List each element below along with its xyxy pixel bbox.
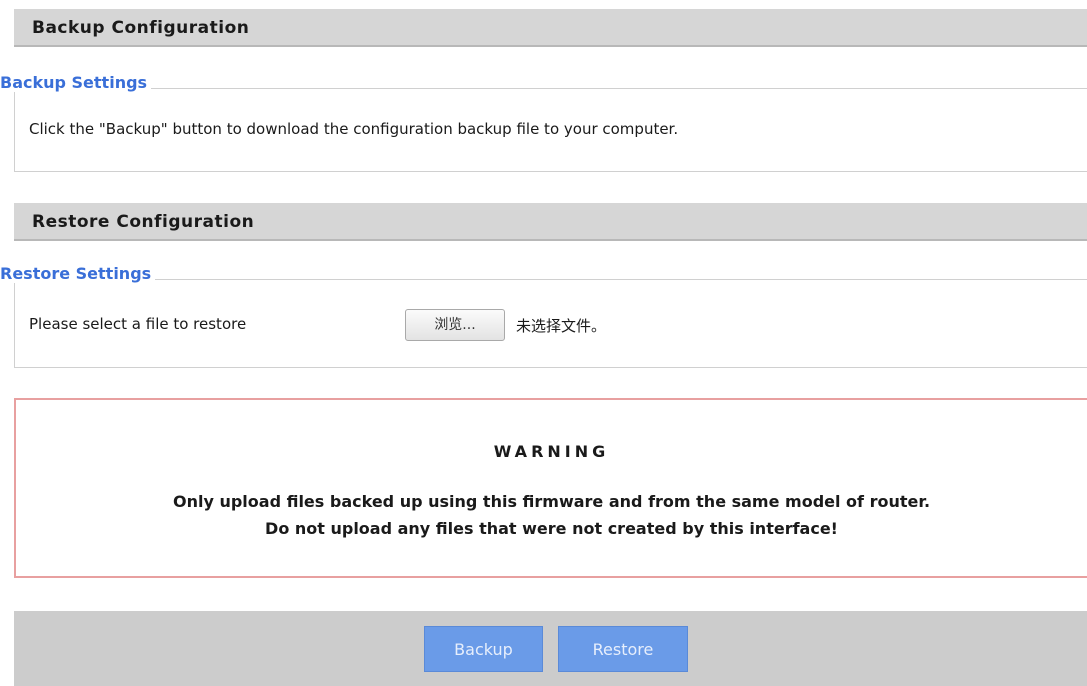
footer-action-bar: Backup Restore [14,611,1087,686]
warning-line-1: Only upload files backed up using this f… [172,492,931,511]
backup-button[interactable]: Backup [424,626,543,672]
backup-settings-legend: Backup Settings [0,73,152,92]
page: Backup Configuration Backup Settings Cli… [0,0,1087,686]
restore-config-title: Restore Configuration [32,212,255,232]
restore-config-header: Restore Configuration [14,203,1087,241]
browse-file-button[interactable]: 浏览... [405,309,505,341]
file-status-text: 未选择文件。 [516,317,607,335]
warning-line-2: Do not upload any files that were not cr… [265,519,838,538]
restore-button[interactable]: Restore [558,626,688,672]
warning-box: WARNING Only upload files backed up usin… [14,398,1087,578]
warning-title: WARNING [493,442,610,461]
backup-config-header: Backup Configuration [14,9,1087,47]
backup-config-title: Backup Configuration [32,18,250,38]
backup-description: Click the "Backup" button to download th… [29,120,679,138]
restore-file-label: Please select a file to restore [29,315,247,333]
restore-settings-legend: Restore Settings [0,264,156,283]
